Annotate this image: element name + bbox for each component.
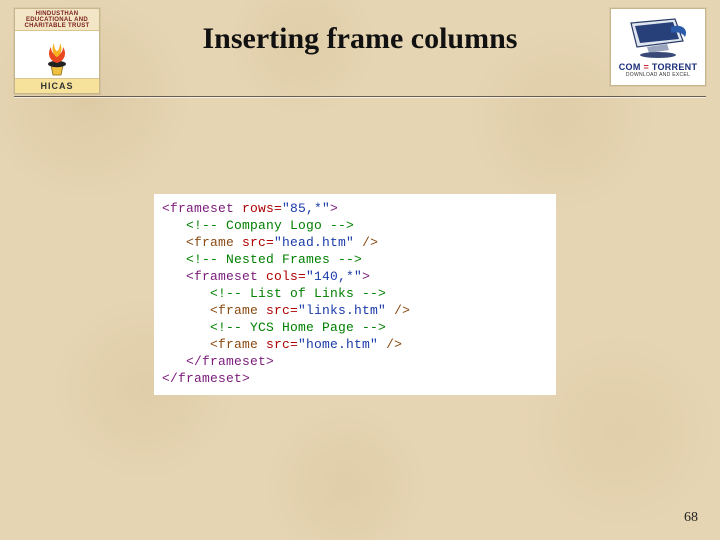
logo-right: COM = TORRENT DOWNLOAD AND EXCEL xyxy=(610,8,706,86)
logo-right-brand: COM = TORRENT xyxy=(619,62,698,72)
brand-right: TORRENT xyxy=(652,62,697,72)
page-number: 68 xyxy=(684,510,698,526)
monitor-icon xyxy=(613,16,703,62)
logo-left-top-text: HINDUSTHAN EDUCATIONAL AND CHARITABLE TR… xyxy=(15,9,99,31)
logo-right-subtext: DOWNLOAD AND EXCEL xyxy=(626,72,690,78)
slide-title: Inserting frame columns xyxy=(130,22,590,56)
torch-icon xyxy=(15,31,99,78)
slide: HINDUSTHAN EDUCATIONAL AND CHARITABLE TR… xyxy=(0,0,720,540)
logo-left-bottom-text: HICAS xyxy=(15,78,99,93)
code-content: <frameset rows="85,*"> <!-- Company Logo… xyxy=(162,200,548,387)
brand-left: COM xyxy=(619,62,641,72)
code-block: <frameset rows="85,*"> <!-- Company Logo… xyxy=(154,194,556,395)
brand-eq: = xyxy=(641,62,652,72)
logo-left: HINDUSTHAN EDUCATIONAL AND CHARITABLE TR… xyxy=(14,8,100,94)
header-divider xyxy=(14,96,706,97)
